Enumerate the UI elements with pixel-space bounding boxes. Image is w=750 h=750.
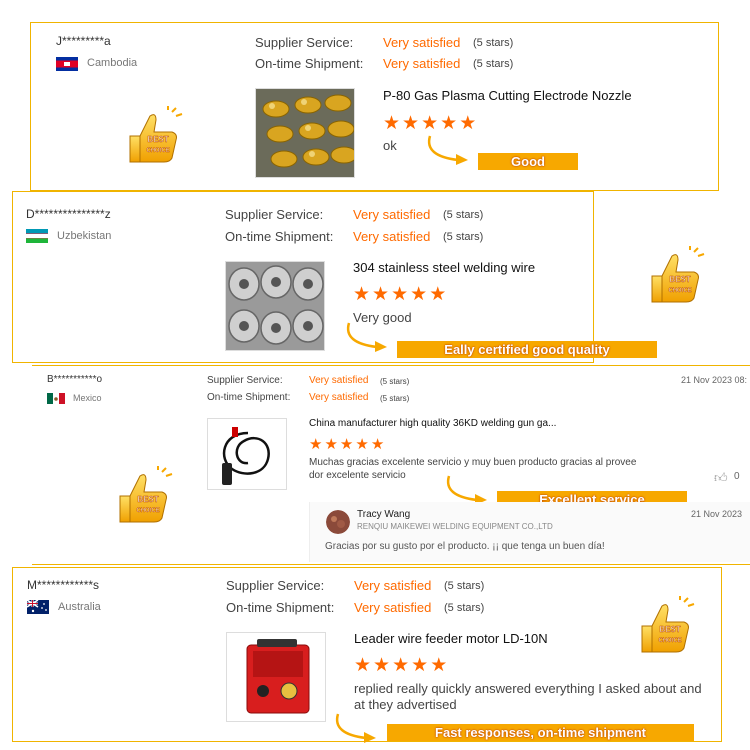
reviewer-name: D***************z xyxy=(26,207,111,221)
shipment-value: Very satisfied xyxy=(354,600,432,615)
supplier-service-value: Very satisfied xyxy=(353,207,431,222)
curved-arrow-icon xyxy=(335,713,376,743)
star-icon: ★ xyxy=(402,113,420,134)
badge-line2: CHOICE xyxy=(136,508,159,514)
star-icon: ★ xyxy=(372,284,390,305)
badge-line2: CHOICE xyxy=(146,148,169,154)
star-icon: ★ xyxy=(391,284,409,305)
star-icon: ★ xyxy=(430,655,448,676)
star-icon: ★ xyxy=(370,436,385,453)
review-text-line1: replied really quickly answered everythi… xyxy=(354,681,702,696)
reply-author-name: Tracy Wang xyxy=(357,509,411,520)
star-icon: ★ xyxy=(383,113,401,134)
review-text: ok xyxy=(383,138,397,153)
rating-stars: ★ ★ ★ ★ ★ xyxy=(353,285,446,304)
star-icon: ★ xyxy=(355,436,369,453)
supplier-service-stars: (5 stars) xyxy=(473,37,514,49)
curved-arrow-icon xyxy=(346,322,387,352)
reviewer-country: Cambodia xyxy=(87,57,138,69)
best-choice-thumb-icon: BEST CHOICE xyxy=(651,246,705,303)
shipment-stars: (5 stars) xyxy=(443,231,484,243)
star-icon: ★ xyxy=(339,436,354,453)
shipment-value: Very satisfied xyxy=(309,392,369,403)
product-name-link[interactable]: P-80 Gas Plasma Cutting Electrode Nozzle xyxy=(383,88,632,103)
supplier-service-label: Supplier Service: xyxy=(207,375,283,386)
product-thumbnail[interactable] xyxy=(226,632,326,722)
product-thumbnail[interactable] xyxy=(255,88,355,178)
supplier-service-value: Very satisfied xyxy=(309,375,369,386)
supplier-service-label: Supplier Service: xyxy=(255,35,354,50)
star-icon: ★ xyxy=(411,655,429,676)
review-date: 21 Nov 2023 08: xyxy=(681,375,748,385)
star-icon: ★ xyxy=(459,113,477,134)
badge-line2: CHOICE xyxy=(668,288,691,294)
product-name-link[interactable]: China manufacturer high quality 36KD wel… xyxy=(309,418,556,429)
shipment-value: Very satisfied xyxy=(383,56,461,71)
flag-australia-icon xyxy=(27,600,49,614)
supplier-service-stars: (5 stars) xyxy=(444,580,485,592)
star-icon: ★ xyxy=(440,113,458,134)
best-choice-thumb-icon: BEST CHOICE xyxy=(129,106,183,163)
thumbs-up-icon[interactable]: 👍︎ xyxy=(714,470,728,486)
product-thumbnail[interactable] xyxy=(225,261,325,351)
review-highlight-tag: Good xyxy=(478,153,578,170)
review-highlight-tag: Fast responses, on-time shipment xyxy=(387,724,694,741)
supplier-service-stars: (5 stars) xyxy=(443,209,484,221)
flag-uzbekistan-icon xyxy=(26,229,48,243)
shipment-label: On-time Shipment: xyxy=(225,229,334,244)
flag-mexico-icon xyxy=(47,392,65,404)
flag-cambodia-icon xyxy=(56,57,78,71)
badge-line1: BEST xyxy=(137,495,158,504)
shipment-label: On-time Shipment: xyxy=(255,56,364,71)
star-icon: ★ xyxy=(429,284,447,305)
reply-text: Gracias por su gusto por el producto. ¡¡… xyxy=(325,541,605,552)
reviewer-country: Australia xyxy=(58,601,101,613)
supplier-service-value: Very satisfied xyxy=(354,578,432,593)
product-name-link[interactable]: 304 stainless steel welding wire xyxy=(353,260,535,275)
review-text-line2: at they advertised xyxy=(354,697,457,712)
star-icon: ★ xyxy=(392,655,410,676)
star-icon: ★ xyxy=(309,436,323,453)
badge-line1: BEST xyxy=(659,625,680,634)
review-text-line1: Muchas gracias excelente servicio y muy … xyxy=(309,457,637,468)
product-thumbnail[interactable] xyxy=(207,418,287,490)
badge-line2: CHOICE xyxy=(658,638,681,644)
like-count: 0 xyxy=(734,471,740,482)
star-icon: ★ xyxy=(373,655,391,676)
rating-stars: ★ ★ ★ ★ ★ xyxy=(383,114,476,133)
star-icon: ★ xyxy=(353,284,371,305)
review-highlight-tag: Eally certified good quality xyxy=(397,341,657,358)
shipment-label: On-time Shipment: xyxy=(226,600,335,615)
reviewer-country: Mexico xyxy=(73,393,102,403)
rating-stars: ★ ★ ★ ★ ★ xyxy=(354,656,447,675)
shipment-value: Very satisfied xyxy=(353,229,431,244)
star-icon: ★ xyxy=(421,113,439,134)
curved-arrow-icon xyxy=(427,135,468,165)
shipment-stars: (5 stars) xyxy=(473,58,514,70)
avatar xyxy=(326,510,350,534)
reviewer-name: M************s xyxy=(27,578,100,592)
supplier-service-stars: (5 stars) xyxy=(380,377,410,386)
shipment-stars: (5 stars) xyxy=(444,602,485,614)
supplier-service-value: Very satisfied xyxy=(383,35,461,50)
supplier-service-label: Supplier Service: xyxy=(226,578,325,593)
badge-line1: BEST xyxy=(669,275,690,284)
review-text-line2: dor excelente servicio xyxy=(309,470,406,481)
product-name-link[interactable]: Leader wire feeder motor LD-10N xyxy=(354,631,548,646)
star-icon: ★ xyxy=(410,284,428,305)
star-icon: ★ xyxy=(324,436,338,453)
best-choice-thumb-icon: BEST CHOICE xyxy=(119,466,173,523)
reply-company: RENQIU MAIKEWEI WELDING EQUIPMENT CO.,LT… xyxy=(357,522,553,531)
shipment-label: On-time Shipment: xyxy=(207,392,291,403)
supplier-service-label: Supplier Service: xyxy=(225,207,324,222)
star-icon: ★ xyxy=(354,655,372,676)
reviewer-name: J*********a xyxy=(56,34,111,48)
best-choice-thumb-icon: BEST CHOICE xyxy=(641,596,695,653)
reply-date: 21 Nov 2023 xyxy=(691,509,743,519)
rating-stars: ★ ★ ★ ★ ★ xyxy=(309,437,384,452)
badge-line1: BEST xyxy=(147,135,168,144)
shipment-stars: (5 stars) xyxy=(380,394,410,403)
reviewer-name: B***********o xyxy=(47,374,103,385)
reviewer-country: Uzbekistan xyxy=(57,230,112,242)
